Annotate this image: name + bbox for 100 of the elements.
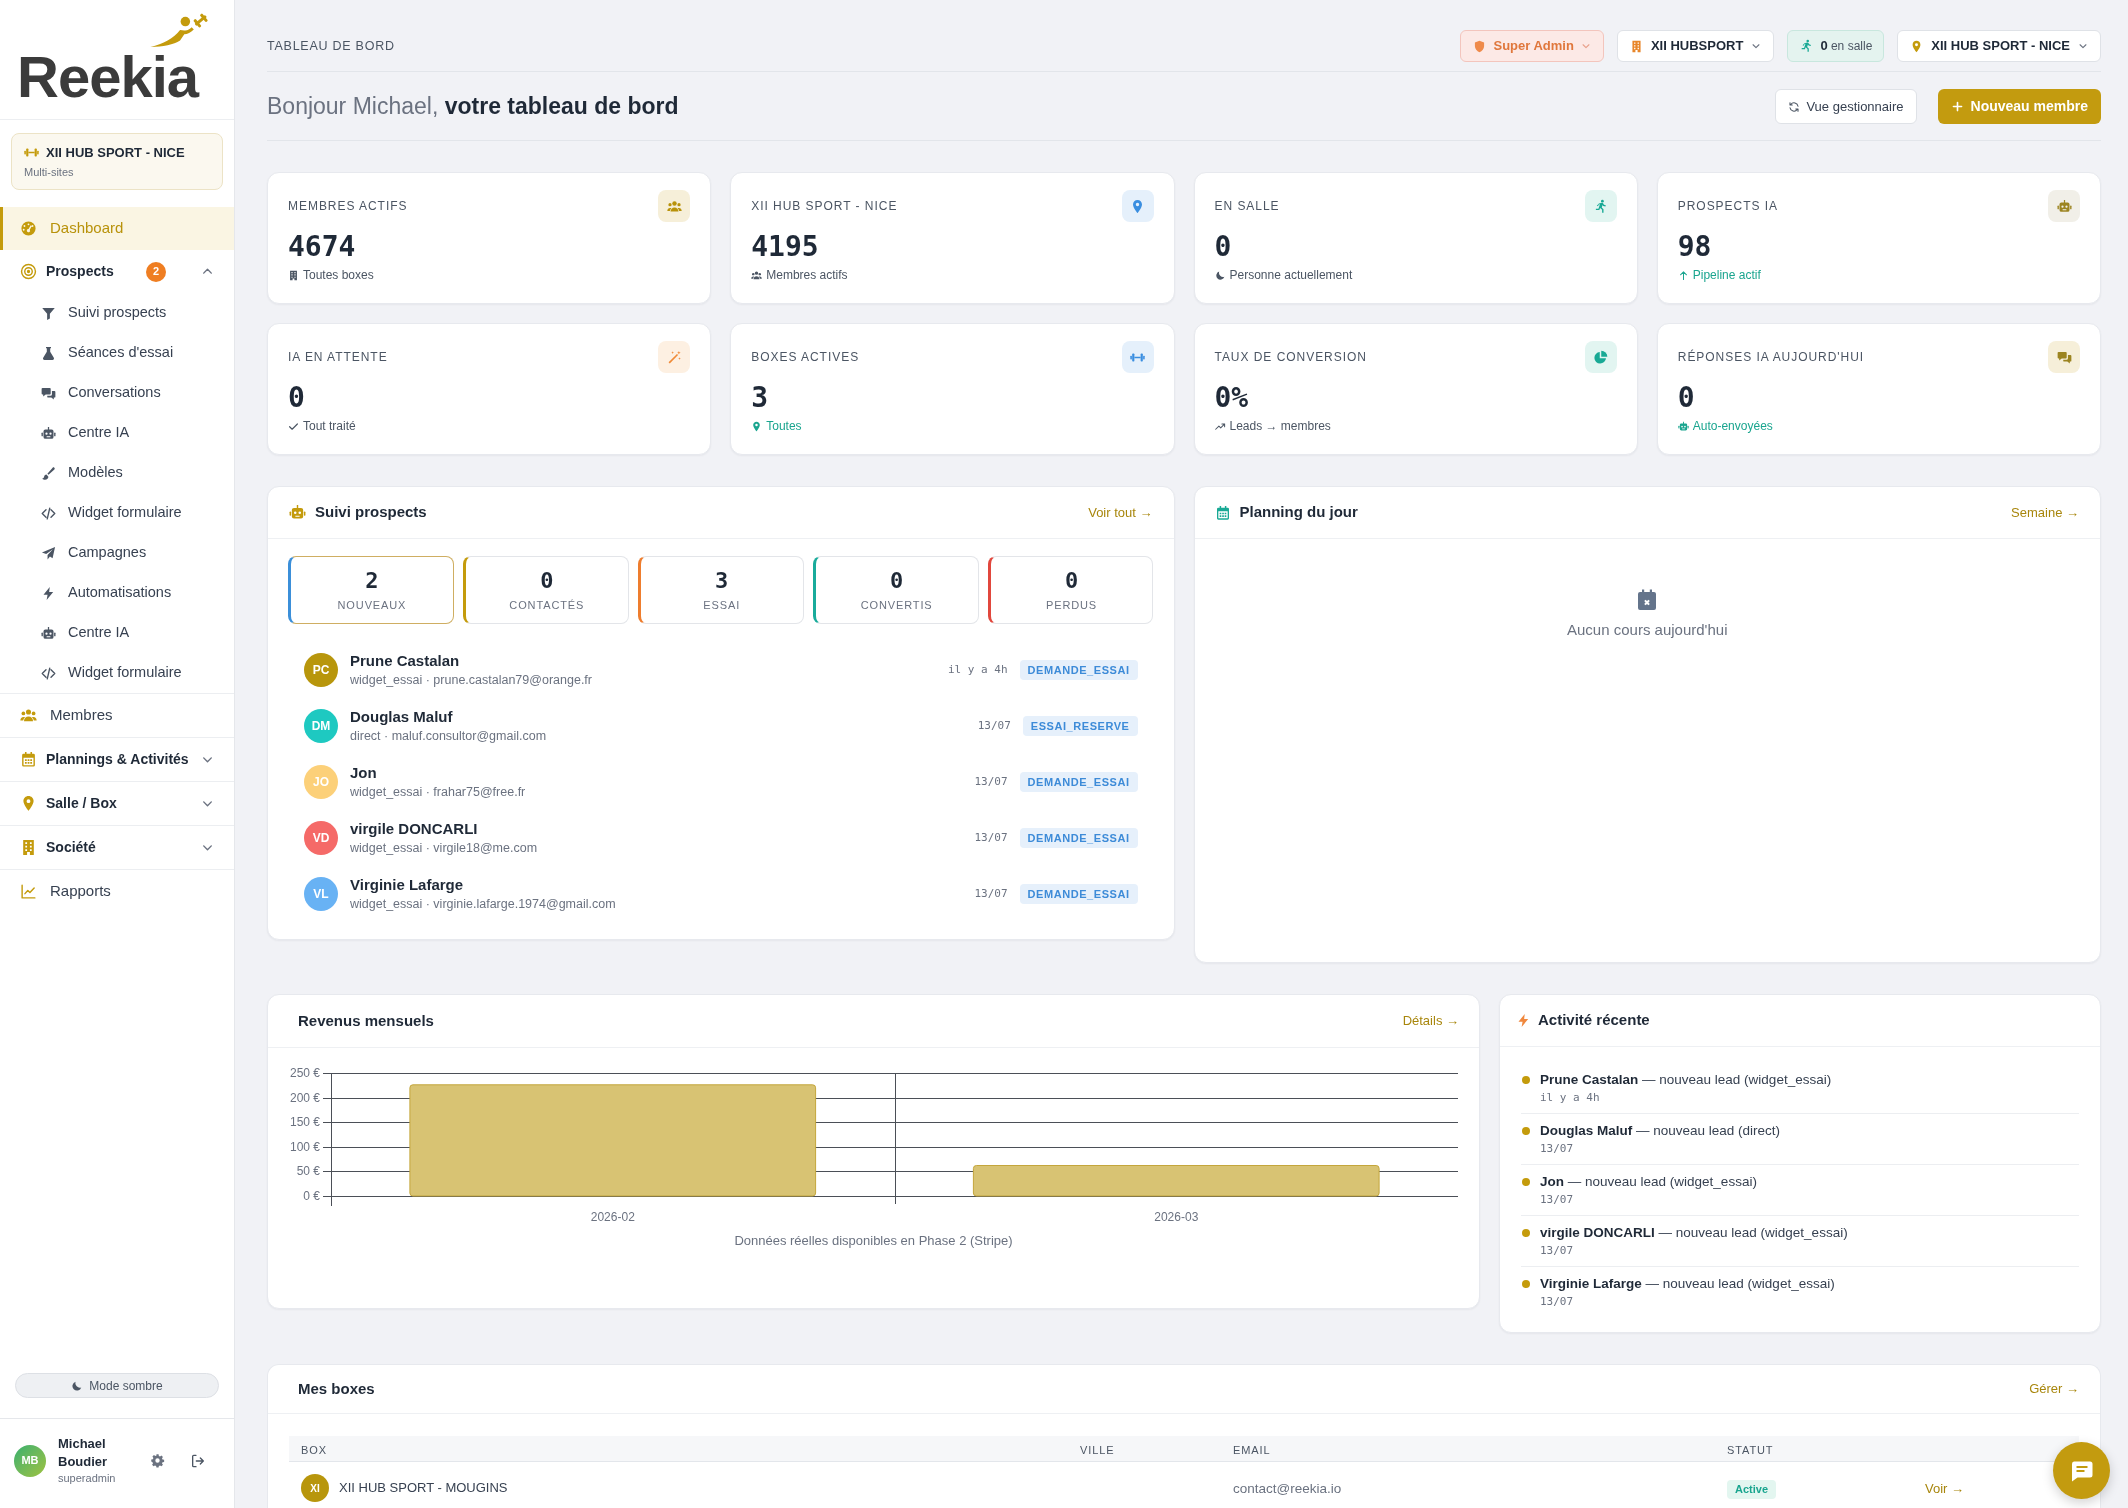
nav-subitem[interactable]: Centre IA bbox=[0, 413, 234, 453]
details-link[interactable]: Détails → bbox=[1402, 1011, 1459, 1031]
lead-time: 13/07 bbox=[974, 773, 1008, 790]
lead-name: Douglas Maluf bbox=[350, 707, 453, 727]
avatar: XI bbox=[301, 1474, 329, 1502]
bolt-icon bbox=[1516, 1013, 1531, 1028]
settings-button[interactable] bbox=[148, 1451, 166, 1470]
calendar-icon bbox=[20, 751, 37, 768]
site-dropdown[interactable]: XII HUB SPORT - NICE bbox=[1897, 30, 2101, 62]
stat-label: MEMBRES ACTIFS bbox=[288, 198, 408, 215]
lead-name: Prune Castalan bbox=[350, 651, 460, 671]
nav-subitem[interactable]: Modèles bbox=[0, 453, 234, 493]
greeting: Bonjour Michael, votre tableau de bord bbox=[267, 92, 679, 121]
manager-view-button[interactable]: Vue gestionnaire bbox=[1775, 89, 1917, 124]
axis-tick-label: 50 € bbox=[296, 1163, 320, 1178]
runner-icon bbox=[1584, 190, 1617, 222]
users-icon bbox=[20, 707, 37, 724]
stat-value: 3 bbox=[751, 380, 769, 416]
stat-label: BOXES ACTIVES bbox=[751, 349, 860, 366]
status-badge: Active bbox=[1727, 1479, 1777, 1499]
stat-note: Personne actuellement bbox=[1229, 267, 1353, 283]
pipeline-stage[interactable]: 0 CONVERTIS bbox=[812, 556, 979, 624]
empty-state-text: Aucun cours aujourd'hui bbox=[1567, 620, 1728, 640]
pipeline-stage[interactable]: 3 ESSAI bbox=[637, 556, 804, 624]
code-icon bbox=[41, 505, 56, 521]
card-title: Mes boxes bbox=[298, 1378, 375, 1399]
nav-subitem[interactable]: Séances d'essai bbox=[0, 333, 234, 373]
nav-group[interactable]: Salle / Box bbox=[0, 781, 234, 825]
stat-label: IA EN ATTENTE bbox=[288, 349, 388, 366]
nav-item[interactable]: Rapports bbox=[0, 869, 234, 913]
lead-detail: widget_essai · prune.castalan79@orange.fr bbox=[350, 672, 592, 689]
view-all-link[interactable]: Voir tout → bbox=[1088, 502, 1153, 523]
nav-subitem[interactable]: Widget formulaire bbox=[0, 653, 234, 693]
pipeline-stage[interactable]: 0 CONTACTÉS bbox=[462, 556, 629, 624]
dumbbell-icon bbox=[1121, 341, 1154, 373]
code-icon bbox=[41, 665, 56, 681]
axis-category-label: 2026-02 bbox=[590, 1210, 635, 1225]
activity-time: 13/07 bbox=[1540, 1192, 1574, 1208]
card-title: Suivi prospects bbox=[315, 502, 427, 523]
stat-value: 4674 bbox=[288, 229, 356, 265]
chart-note: Données réelles disponibles en Phase 2 (Stripe) bbox=[734, 1233, 1013, 1249]
building-icon bbox=[20, 839, 37, 856]
nav-subitem[interactable]: Widget formulaire bbox=[0, 493, 234, 533]
user-name: Michael Boudier bbox=[58, 1435, 109, 1471]
lead-time: 13/07 bbox=[974, 829, 1008, 846]
view-link[interactable]: Voir → bbox=[1925, 1481, 1964, 1496]
activity-text: Prune Castalan — nouveau lead (widget_essai) bbox=[1540, 1071, 1832, 1089]
runner-icon bbox=[1799, 39, 1814, 53]
nav-group[interactable]: Prospects 2 bbox=[0, 250, 234, 293]
nav-group[interactable]: Société bbox=[0, 825, 234, 869]
stat-label: PROSPECTS IA bbox=[1677, 198, 1778, 215]
site-card[interactable]: XII HUB SPORT - NICE Multi-sites bbox=[11, 133, 223, 190]
robot-icon bbox=[41, 625, 56, 641]
pie-chart-icon bbox=[1584, 341, 1617, 373]
stat-note: Auto-envoyées bbox=[1692, 418, 1773, 434]
activity-text: Jon — nouveau lead (widget_essai) bbox=[1540, 1173, 1757, 1191]
location-pin-icon bbox=[1121, 190, 1154, 222]
plus-icon bbox=[1950, 100, 1964, 113]
pipeline-stage[interactable]: 2 NOUVEAUX bbox=[288, 556, 454, 624]
breadcrumb: TABLEAU DE BORD bbox=[267, 37, 395, 55]
box-email: contact@reekia.io bbox=[1233, 1481, 1342, 1496]
nav-subitem[interactable]: Campagnes bbox=[0, 533, 234, 573]
manage-link[interactable]: Gérer → bbox=[2029, 1379, 2079, 1399]
avatar: VL bbox=[304, 877, 338, 911]
card-title: Revenus mensuels bbox=[298, 1010, 434, 1031]
organization-dropdown[interactable]: XII HUBSPORT bbox=[1616, 30, 1775, 62]
nav-subitem[interactable]: Suivi prospects bbox=[0, 293, 234, 333]
axis-tick-label: 200 € bbox=[289, 1090, 320, 1105]
paper-plane-icon bbox=[41, 545, 56, 561]
users-icon bbox=[751, 269, 763, 281]
count-badge: 2 bbox=[146, 261, 166, 282]
location-pin-icon bbox=[751, 420, 763, 432]
lead-detail: widget_essai · virgile18@me.com bbox=[350, 840, 538, 857]
nav-group[interactable]: Plannings & Activités bbox=[0, 737, 234, 781]
pipeline-stage[interactable]: 0 PERDUS bbox=[987, 556, 1154, 624]
line-chart-icon bbox=[20, 883, 37, 900]
card-title: Planning du jour bbox=[1239, 502, 1358, 523]
robot-icon bbox=[41, 425, 56, 441]
lead-name: virgile DONCARLI bbox=[350, 819, 478, 839]
presence-text: 0 en salle bbox=[1820, 37, 1873, 56]
axis-category-label: 2026-03 bbox=[1154, 1210, 1199, 1225]
target-icon bbox=[20, 263, 37, 280]
dark-mode-toggle[interactable]: Mode sombre bbox=[15, 1373, 219, 1398]
site-name: XII HUB SPORT - NICE bbox=[46, 143, 185, 162]
lead-detail: widget_essai · frahar75@free.fr bbox=[350, 784, 526, 801]
settings-icon bbox=[149, 1453, 165, 1468]
nav-subitem[interactable]: Conversations bbox=[0, 373, 234, 413]
box-name: XII HUB SPORT - MOUGINS bbox=[339, 1479, 508, 1498]
avatar: JO bbox=[304, 765, 338, 799]
activity-text: Douglas Maluf — nouveau lead (direct) bbox=[1540, 1122, 1781, 1140]
activity-time: 13/07 bbox=[1540, 1141, 1574, 1157]
chevron-down-icon bbox=[1751, 41, 1762, 51]
nav-item[interactable]: Membres bbox=[0, 693, 234, 737]
nav-subitem[interactable]: Centre IA bbox=[0, 613, 234, 653]
week-link[interactable]: Semaine → bbox=[2011, 502, 2079, 523]
status-tag: DEMANDE_ESSAI bbox=[1019, 660, 1138, 680]
arrow-up-icon bbox=[1677, 269, 1689, 281]
stat-note: Toutes boxes bbox=[303, 267, 374, 283]
stat-value: 0 bbox=[1677, 380, 1695, 416]
nav-subitem[interactable]: Automatisations bbox=[0, 573, 234, 613]
